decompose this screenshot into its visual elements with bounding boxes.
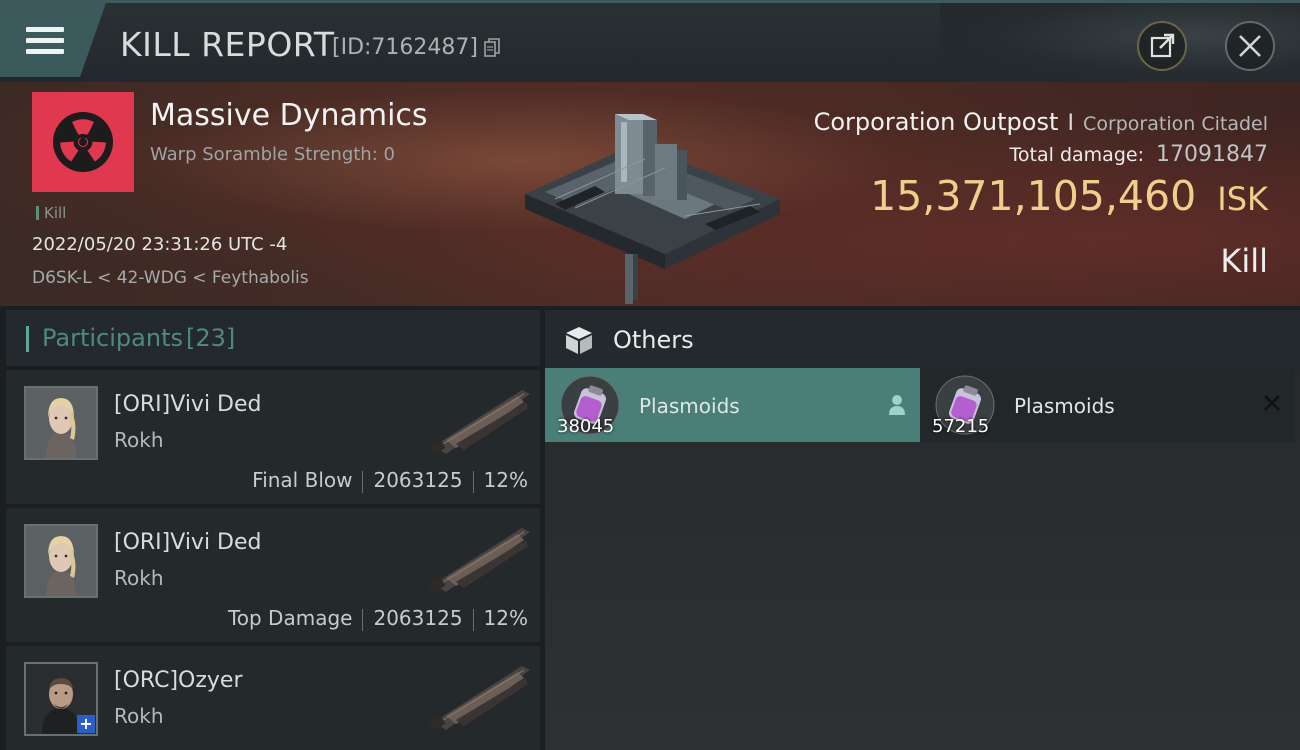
kill-tag: Kill: [36, 206, 66, 221]
corp-logo: [32, 92, 134, 192]
others-title: Others: [613, 326, 694, 354]
participant-row[interactable]: [ORI]Vivi Ded Rokh Final Blow 2063125 12%: [6, 370, 540, 504]
participant-name[interactable]: [ORI]Vivi Ded: [114, 392, 262, 417]
total-damage-label: Total damage:: [1009, 144, 1144, 166]
participant-tag: Final Blow: [252, 468, 353, 492]
target-type-line: Corporation Outpost I Corporation Citade…: [814, 108, 1268, 136]
participant-row[interactable]: + [ORC]Ozyer Rokh: [6, 646, 540, 750]
citadel-structure-image: [525, 114, 780, 304]
item-card[interactable]: 38045 Plasmoids: [545, 368, 920, 442]
total-damage-value: 17091847: [1156, 142, 1268, 167]
share-icon: [1150, 33, 1175, 58]
participant-stats: Final Blow 2063125 12%: [252, 468, 528, 493]
top-bar: KILL REPORT [ID:7162487]: [0, 0, 1300, 85]
rokh-ship-icon: [428, 528, 530, 593]
participants-count: [23]: [186, 324, 236, 352]
target-type: Corporation Outpost: [813, 108, 1059, 136]
avatar[interactable]: +: [24, 662, 98, 736]
pilot-portrait-icon: [26, 526, 96, 596]
participant-ship: Rokh: [114, 566, 164, 590]
item-quantity: 38045: [557, 416, 615, 437]
item-quantity: 57215: [932, 416, 990, 437]
person-icon[interactable]: [888, 394, 906, 416]
participant-ship: Rokh: [114, 428, 164, 452]
copy-icon[interactable]: [484, 38, 500, 58]
others-header: Others: [545, 310, 1300, 366]
cube-icon: [566, 327, 592, 354]
victim-corp-name[interactable]: Massive Dynamics: [150, 98, 428, 133]
plus-badge-icon: +: [77, 715, 95, 733]
participant-damage: 2063125: [373, 606, 463, 630]
pilot-portrait-icon: [26, 388, 96, 458]
close-button[interactable]: [1225, 21, 1275, 71]
kill-location: D6SK-L < 42-WDG < Feythabolis: [32, 268, 309, 288]
header-accent-bar: [26, 326, 29, 352]
rokh-ship-icon: [428, 390, 530, 455]
kill-summary-panel: Massive Dynamics Warp Soramble Strength:…: [0, 82, 1300, 306]
warp-scramble-strength: Warp Soramble Strength: 0: [150, 144, 395, 165]
radiation-icon: [53, 112, 113, 172]
item-name: Plasmoids: [639, 394, 740, 418]
participant-ship: Rokh: [114, 704, 164, 728]
page-title: KILL REPORT: [120, 25, 335, 64]
isk-value: 15,371,105,460: [870, 172, 1197, 220]
rokh-ship-icon: [428, 666, 530, 731]
participant-row[interactable]: [ORI]Vivi Ded Rokh Top Damage 2063125 12%: [6, 508, 540, 642]
isk-value-line: 15,371,105,460 ISK: [870, 172, 1268, 220]
target-class: Corporation Citadel: [1083, 113, 1268, 135]
report-id: [ID:7162487]: [332, 35, 478, 60]
result-label: Kill: [1220, 242, 1268, 280]
share-button[interactable]: [1137, 21, 1187, 71]
target-separator: I: [1067, 111, 1074, 136]
isk-unit: ISK: [1217, 180, 1268, 218]
participants-label: Participants: [42, 324, 183, 352]
participant-percent: 12%: [483, 606, 528, 630]
participant-stats: Top Damage 2063125 12%: [228, 606, 528, 631]
item-name: Plasmoids: [1014, 394, 1115, 418]
participants-panel: Participants [23] [ORI]Vivi Ded Rokh Fin…: [6, 310, 540, 750]
participant-percent: 12%: [483, 468, 528, 492]
participant-name[interactable]: [ORC]Ozyer: [114, 668, 243, 693]
x-icon[interactable]: [1263, 394, 1281, 412]
close-icon: [1239, 35, 1261, 57]
avatar[interactable]: [24, 524, 98, 598]
total-damage-line: Total damage: 17091847: [1010, 142, 1268, 167]
participant-tag: Top Damage: [227, 606, 353, 630]
kill-datetime: 2022/05/20 23:31:26 UTC -4: [32, 234, 288, 255]
avatar[interactable]: [24, 386, 98, 460]
participants-header: Participants [23]: [6, 310, 540, 366]
item-card[interactable]: 57215 Plasmoids: [920, 368, 1295, 442]
hamburger-menu-icon[interactable]: [26, 27, 64, 57]
participant-damage: 2063125: [373, 468, 463, 492]
others-panel: Others 38045 Plasmoids 57215 Plasmoids: [545, 310, 1300, 750]
participant-name[interactable]: [ORI]Vivi Ded: [114, 530, 262, 555]
